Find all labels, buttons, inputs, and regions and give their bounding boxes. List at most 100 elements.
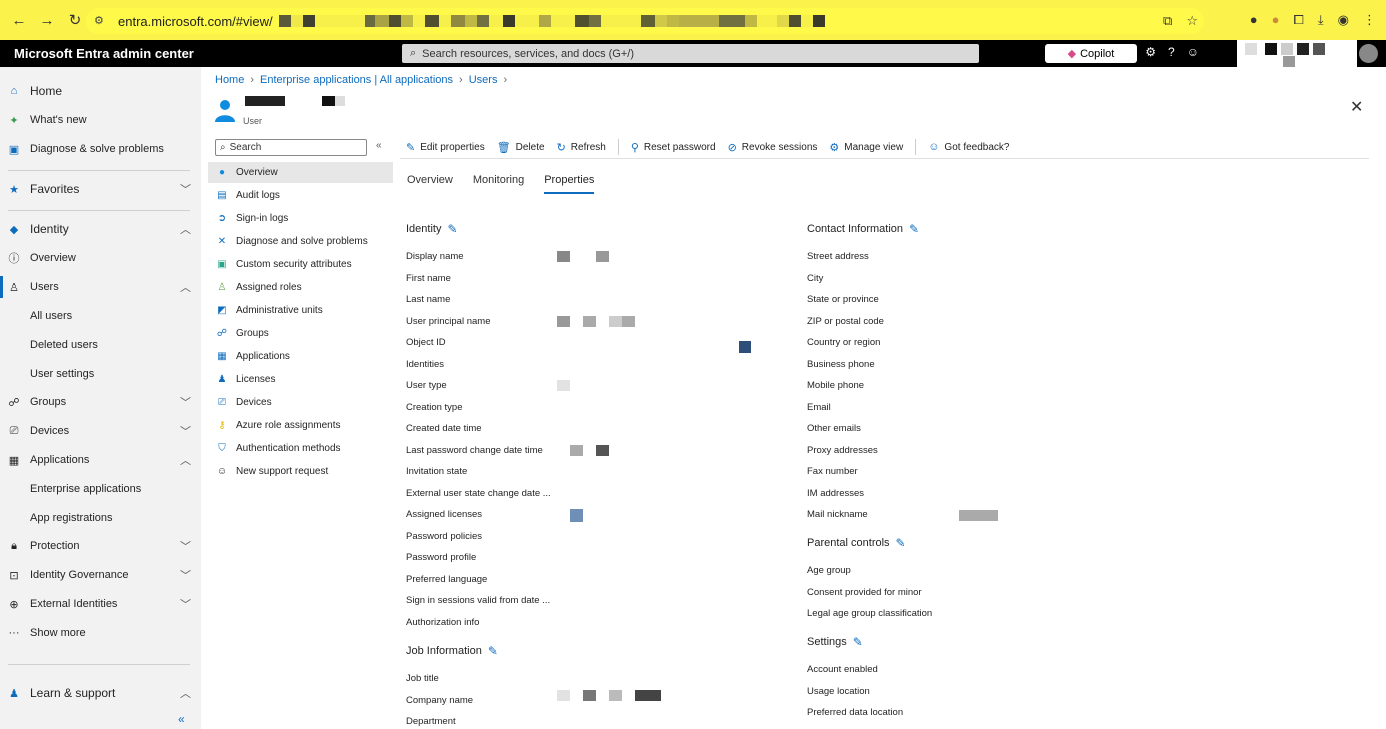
property-label: Consent provided for minor [807, 586, 922, 598]
identity-icon: ◆ [9, 223, 19, 236]
pencil-icon[interactable]: ✎ [896, 536, 906, 550]
nav-identity-governance[interactable]: ⊡ Identity Governance ﹀ [0, 561, 201, 589]
nav-show-more[interactable]: ··· Show more [0, 619, 201, 647]
property-label: Usage location [807, 685, 870, 697]
subnav-auth-methods[interactable]: ⛉ Authentication methods [208, 438, 393, 459]
nav-diagnose[interactable]: ▣ Diagnose & solve problems [0, 135, 201, 163]
arrow-right-icon[interactable]: → [34, 7, 60, 33]
subnav-sign-in-logs[interactable]: ➲ Sign-in logs [208, 208, 393, 229]
refresh-icon: ↻ [556, 141, 566, 154]
breadcrumb-enterprise[interactable]: Enterprise applications | All applicatio… [260, 74, 453, 86]
breadcrumb-home[interactable]: Home [215, 74, 244, 86]
close-icon[interactable]: ✕ [1350, 97, 1363, 117]
revoke-sessions-button[interactable]: ⊘ Revoke sessions [728, 141, 818, 154]
subnav-support-request[interactable]: ☺ New support request [208, 461, 393, 482]
subnav-search-input[interactable]: ⌕ Search [215, 139, 367, 156]
nav-deleted-users[interactable]: Deleted users [0, 331, 201, 359]
extension-orange-icon[interactable]: ● [1272, 12, 1280, 28]
reload-icon[interactable]: ↻ [62, 7, 88, 33]
nav-protection[interactable]: 🔒︎ Protection ﹀ [0, 532, 201, 560]
feedback-icon[interactable]: ☺ [1187, 45, 1199, 59]
profile-icon[interactable]: ◉ [1338, 12, 1349, 28]
account-redacted[interactable] [1237, 40, 1357, 67]
reset-password-button[interactable]: ⚲ Reset password [631, 141, 716, 154]
manage-view-button[interactable]: ⚙ Manage view [829, 141, 903, 154]
breadcrumb-users[interactable]: Users [469, 74, 498, 86]
star-icon[interactable]: ☆ [1186, 13, 1198, 29]
divider [8, 664, 190, 665]
collapse-subnav-button[interactable]: « [376, 140, 382, 151]
nav-identity[interactable]: ◆ Identity ︿ [0, 215, 201, 243]
subnav-licenses[interactable]: ♟ Licenses [208, 369, 393, 390]
subnav-assigned-roles[interactable]: ♙ Assigned roles [208, 277, 393, 298]
nav-overview[interactable]: ⓘ Overview [0, 244, 201, 272]
nav-all-users[interactable]: All users [0, 302, 201, 330]
property-label: First name [406, 272, 451, 284]
subnav-audit-logs[interactable]: ▤ Audit logs [208, 185, 393, 206]
tab-monitoring[interactable]: Monitoring [473, 174, 524, 194]
gear-icon[interactable]: ⚙ [1145, 45, 1156, 59]
avatar[interactable] [1359, 44, 1378, 63]
nav-groups[interactable]: ☍ Groups ﹀ [0, 388, 201, 416]
property-label: User principal name [406, 315, 491, 327]
nav-user-settings[interactable]: User settings [0, 360, 201, 388]
property-label: Password profile [406, 552, 477, 563]
property-label: Street address [807, 251, 869, 262]
feedback-button[interactable]: ☺ Got feedback? [928, 141, 1009, 153]
nav-external-identities[interactable]: ⊕ External Identities ﹀ [0, 590, 201, 618]
cast-icon[interactable]: ⧉ [1163, 13, 1172, 29]
subnav-overview[interactable]: ● Overview [208, 162, 393, 183]
brand-title[interactable]: Microsoft Entra admin center [14, 46, 194, 61]
pencil-icon[interactable]: ✎ [488, 644, 498, 658]
arrow-left-icon[interactable]: ← [6, 7, 32, 33]
identity-section-title: Identity ✎ [406, 222, 458, 236]
subnav-diagnose[interactable]: ✕ Diagnose and solve problems [208, 231, 393, 252]
help-icon[interactable]: ? [1168, 45, 1175, 59]
redacted-value [557, 690, 570, 701]
redacted-value [583, 690, 596, 701]
refresh-button[interactable]: ↻ Refresh [557, 141, 606, 154]
address-bar[interactable]: ⚙ entra.microsoft.com/#view/ [86, 8, 1204, 34]
property-label: Display name [406, 251, 464, 262]
site-settings-icon[interactable]: ⚙ [94, 14, 110, 28]
nav-home[interactable]: ⌂ Home [0, 77, 201, 105]
property-label: Account enabled [807, 664, 878, 675]
learn-support-icon: ♟ [9, 687, 19, 700]
info-icon: ⓘ [8, 253, 20, 265]
edit-properties-button[interactable]: ✎ Edit properties [406, 141, 485, 154]
property-label: Country or region [807, 337, 881, 348]
tab-overview[interactable]: Overview [407, 174, 453, 194]
nav-whats-new[interactable]: ✦ What's new [0, 106, 201, 134]
download-icon[interactable]: ⤓ [1318, 12, 1324, 28]
extension-green-icon[interactable]: ● [1250, 12, 1258, 28]
nav-favorites[interactable]: ★ Favorites ﹀ [0, 175, 201, 203]
devices-icon: ⎚ [9, 424, 19, 437]
gear-icon: ⚙ [829, 141, 840, 154]
nav-learn-support[interactable]: ♟ Learn & support ︿ [0, 679, 201, 707]
nav-enterprise-applications[interactable]: Enterprise applications [0, 475, 201, 503]
subnav-applications[interactable]: ▦ Applications [208, 346, 393, 367]
collapse-nav-button[interactable]: « [178, 712, 185, 726]
property-label: Sign in sessions valid from date ... [406, 595, 551, 606]
subnav-devices[interactable]: ⎚ Devices [208, 392, 393, 413]
subnav-azure-roles[interactable]: ⚷ Azure role assignments [208, 415, 393, 436]
more-icon[interactable]: ⋮ [1363, 12, 1376, 28]
pencil-icon[interactable]: ✎ [853, 635, 863, 649]
nav-applications[interactable]: ▦ Applications ︿ [0, 446, 201, 474]
pencil-icon[interactable]: ✎ [909, 222, 919, 236]
sign-in-icon: ➲ [217, 213, 227, 224]
shield-icon: ⛉ [218, 443, 226, 454]
nav-devices[interactable]: ⎚ Devices ﹀ [0, 417, 201, 445]
subnav-custom-security[interactable]: ▣ Custom security attributes [208, 254, 393, 275]
pencil-icon[interactable]: ✎ [447, 222, 457, 236]
delete-button[interactable]: 🗑︎ Delete [497, 141, 545, 154]
subnav-groups[interactable]: ☍ Groups [208, 323, 393, 344]
puzzle-icon[interactable]: ⧠ [1294, 12, 1304, 28]
nav-users[interactable]: ♙ Users ︿ [0, 273, 201, 301]
global-search-input[interactable]: ⌕ Search resources, services, and docs (… [402, 44, 979, 63]
property-label: State or province [807, 294, 879, 305]
bell-icon[interactable]: 🔔︎ [1118, 45, 1133, 59]
subnav-administrative-units[interactable]: ◩ Administrative units [208, 300, 393, 321]
tab-properties[interactable]: Properties [544, 174, 595, 194]
nav-app-registrations[interactable]: App registrations [0, 504, 201, 532]
